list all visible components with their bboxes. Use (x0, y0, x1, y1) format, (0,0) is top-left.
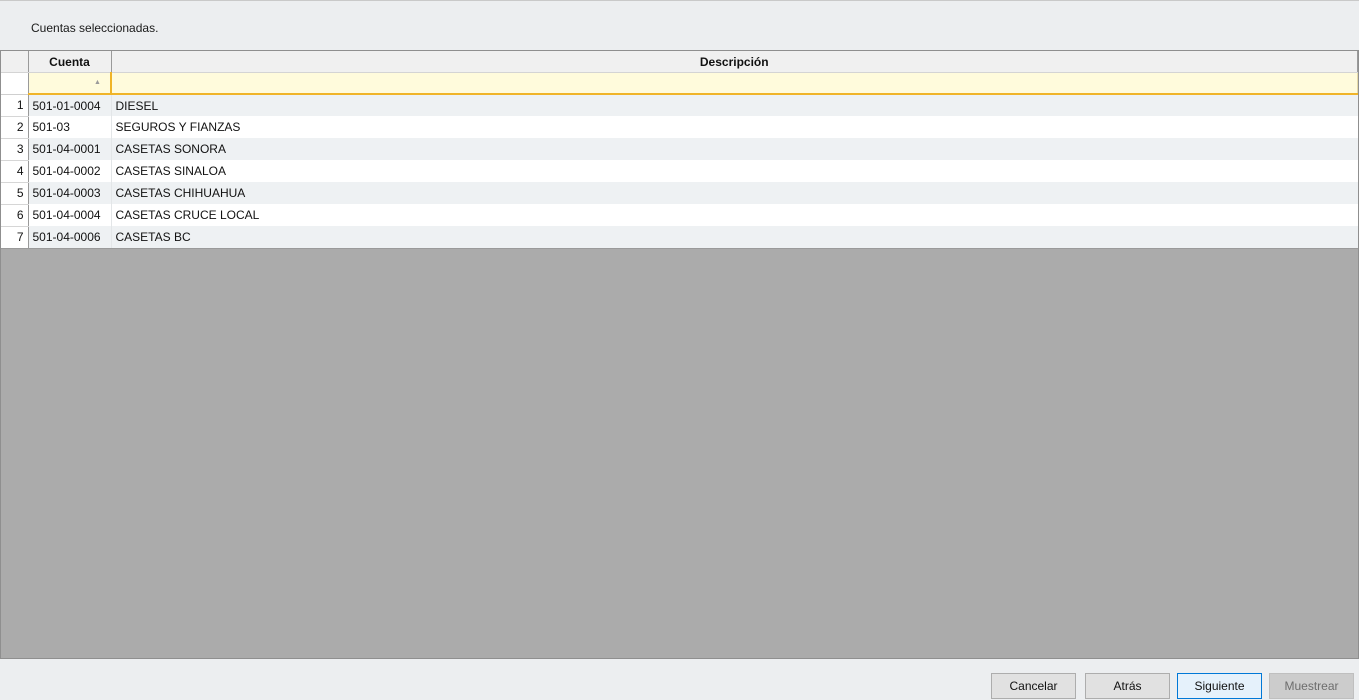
row-number[interactable]: 6 (1, 204, 29, 227)
table-row[interactable]: 3 501-04-0001 CASETAS SONORA (1, 138, 1358, 161)
descripcion-cell[interactable]: CASETAS CHIHUAHUA (111, 182, 1358, 204)
accounts-grid[interactable]: Cuenta Descripción 1 501-01-0004 DIESEL 2 50… (0, 50, 1359, 659)
row-number[interactable]: 7 (1, 226, 29, 249)
cuenta-cell[interactable]: 501-03 (28, 116, 112, 138)
sort-ascending-icon[interactable]: ▲ (94, 79, 101, 86)
cuenta-cell[interactable]: 501-01-0004 (28, 94, 112, 116)
descripcion-cell[interactable]: CASETAS SINALOA (111, 160, 1358, 182)
table-row[interactable]: 5 501-04-0003 CASETAS CHIHUAHUA (1, 182, 1358, 205)
descripcion-cell[interactable]: CASETAS BC (111, 226, 1358, 249)
filter-row (1, 72, 1358, 95)
table-row[interactable]: 1 501-01-0004 DIESEL (1, 94, 1358, 117)
descripcion-cell[interactable]: CASETAS SONORA (111, 138, 1358, 160)
cuenta-cell[interactable]: 501-04-0002 (28, 160, 112, 182)
cuenta-cell[interactable]: 501-04-0004 (28, 204, 112, 226)
row-number[interactable]: 5 (1, 182, 29, 205)
column-header-descripcion[interactable]: Descripción (111, 51, 1358, 73)
back-button[interactable]: Atrás (1085, 673, 1170, 699)
sample-button: Muestrear (1269, 673, 1354, 699)
row-number[interactable]: 1 (1, 94, 29, 117)
cuenta-cell[interactable]: 501-04-0001 (28, 138, 112, 160)
descripcion-cell[interactable]: DIESEL (111, 94, 1358, 116)
column-header-cuenta[interactable]: Cuenta (28, 51, 112, 73)
header-row: Cuenta Descripción (1, 51, 1358, 73)
descripcion-cell[interactable]: SEGUROS Y FIANZAS (111, 116, 1358, 138)
table-row[interactable]: 2 501-03 SEGUROS Y FIANZAS (1, 116, 1358, 139)
cuenta-cell[interactable]: 501-04-0003 (28, 182, 112, 204)
table-row[interactable]: 6 501-04-0004 CASETAS CRUCE LOCAL (1, 204, 1358, 227)
cancel-button[interactable]: Cancelar (991, 673, 1076, 699)
table-row[interactable]: 4 501-04-0002 CASETAS SINALOA (1, 160, 1358, 183)
row-number[interactable]: 3 (1, 138, 29, 161)
filter-row-header (1, 72, 29, 95)
descripcion-cell[interactable]: CASETAS CRUCE LOCAL (111, 204, 1358, 226)
table-body: 1 501-01-0004 DIESEL 2 501-03 SEGUROS Y FIANZ… (1, 94, 1358, 249)
cuenta-cell[interactable]: 501-04-0006 (28, 226, 112, 249)
filter-cell-descripcion[interactable] (110, 72, 1358, 95)
table-row[interactable]: 7 501-04-0006 CASETAS BC (1, 226, 1358, 249)
instruction-text: Cuentas seleccionadas. (31, 21, 159, 35)
row-number[interactable]: 4 (1, 160, 29, 183)
wizard-window: Cuentas seleccionadas. Cuenta Descripció… (0, 0, 1359, 700)
next-button[interactable]: Siguiente (1177, 673, 1262, 699)
row-number[interactable]: 2 (1, 116, 29, 139)
accounts-table: Cuenta Descripción 1 501-01-0004 DIESEL 2 50… (1, 51, 1358, 249)
row-number-header[interactable] (1, 51, 29, 73)
